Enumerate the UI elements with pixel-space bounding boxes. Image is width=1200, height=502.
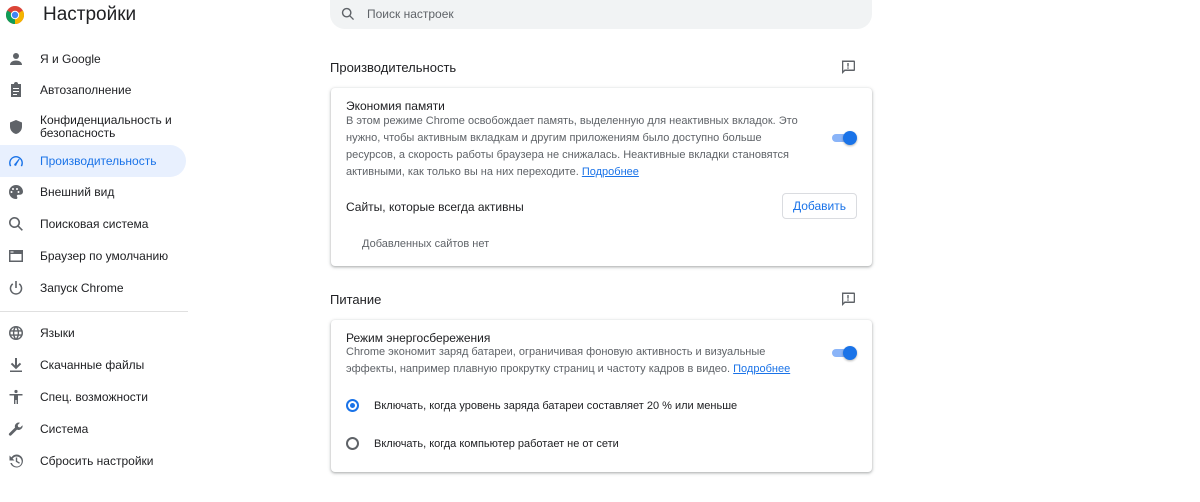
sidebar-item-languages[interactable]: Языки xyxy=(0,320,186,346)
section-title-power: Питание xyxy=(330,292,382,307)
sidebar-item-you-and-google[interactable]: Я и Google xyxy=(0,46,186,72)
sidebar-divider xyxy=(0,311,188,312)
toggle-knob xyxy=(843,346,857,360)
radio-label: Включать, когда уровень заряда батареи с… xyxy=(374,399,738,412)
person-icon xyxy=(8,51,24,67)
sidebar-item-label: Производительность xyxy=(40,153,157,168)
energy-saver-toggle[interactable] xyxy=(832,346,857,360)
accessibility-icon xyxy=(8,389,24,405)
download-icon xyxy=(8,357,24,373)
clipboard-icon xyxy=(8,82,24,98)
sidebar-item-label: Система xyxy=(40,421,89,436)
palette-icon xyxy=(8,184,24,200)
performance-card: Экономия памяти В этом режиме Chrome осв… xyxy=(331,88,872,266)
memory-saver-description: В этом режиме Chrome освобождает память,… xyxy=(346,113,806,181)
feedback-icon[interactable] xyxy=(840,59,856,75)
app-title: Настройки xyxy=(43,4,137,25)
search-input[interactable] xyxy=(367,5,847,23)
sidebar-item-label: Поисковая система xyxy=(40,216,149,231)
sidebar-item-label: Языки xyxy=(40,325,75,340)
power-icon xyxy=(8,280,24,296)
sidebar-item-label: Сбросить настройки xyxy=(40,453,154,468)
power-card: Режим энергосбережения Chrome экономит з… xyxy=(331,320,872,472)
sidebar-item-privacy[interactable]: Конфиденциальность и безопасность xyxy=(0,111,186,143)
search-icon xyxy=(341,7,355,21)
sidebar-item-accessibility[interactable]: Спец. возможности xyxy=(0,384,186,410)
chrome-logo-icon xyxy=(6,6,24,24)
memory-saver-toggle[interactable] xyxy=(832,131,857,145)
memory-saver-title: Экономия памяти xyxy=(346,99,445,113)
radio-checked-icon xyxy=(346,399,359,412)
sidebar-item-default-browser[interactable]: Браузер по умолчанию xyxy=(0,243,186,269)
memory-saver-description-text: В этом режиме Chrome освобождает память,… xyxy=(346,115,798,178)
sidebar-item-label: Я и Google xyxy=(40,51,101,66)
globe-icon xyxy=(8,325,24,341)
wrench-icon xyxy=(8,421,24,437)
sidebar-item-performance[interactable]: Производительность xyxy=(0,145,186,177)
sidebar-item-autofill[interactable]: Автозаполнение xyxy=(0,77,186,103)
sidebar-item-downloads[interactable]: Скачанные файлы xyxy=(0,352,186,378)
radio-label: Включать, когда компьютер работает не от… xyxy=(374,437,619,450)
sidebar-item-appearance[interactable]: Внешний вид xyxy=(0,179,186,205)
radio-battery-20-percent[interactable]: Включать, когда уровень заряда батареи с… xyxy=(346,399,737,412)
no-sites-text: Добавленных сайтов нет xyxy=(362,238,490,250)
radio-unchecked-icon xyxy=(346,437,359,450)
sidebar-item-on-startup[interactable]: Запуск Chrome xyxy=(0,275,186,301)
sidebar-item-reset[interactable]: Сбросить настройки xyxy=(0,448,186,474)
energy-saver-title: Режим энергосбережения xyxy=(346,331,491,345)
sidebar-item-label: Внешний вид xyxy=(40,184,115,199)
energy-saver-description: Chrome экономит заряд батареи, ограничив… xyxy=(346,344,806,378)
sidebar-item-label: Автозаполнение xyxy=(40,82,132,97)
toggle-knob xyxy=(843,131,857,145)
feedback-icon[interactable] xyxy=(840,291,856,307)
shield-icon xyxy=(8,119,24,135)
speedometer-icon xyxy=(8,153,24,169)
always-active-sites-label: Сайты, которые всегда активны xyxy=(346,200,524,214)
add-site-button[interactable]: Добавить xyxy=(782,193,857,219)
memory-saver-learn-more-link[interactable]: Подробнее xyxy=(582,166,639,178)
restore-icon xyxy=(8,453,24,469)
search-icon xyxy=(8,216,24,232)
sidebar-item-label: Конфиденциальность и безопасность xyxy=(40,113,172,140)
sidebar-item-system[interactable]: Система xyxy=(0,416,186,442)
browser-window-icon xyxy=(8,248,24,264)
sidebar-item-search-engine[interactable]: Поисковая система xyxy=(0,211,186,237)
sidebar-item-label: Спец. возможности xyxy=(40,389,148,404)
energy-saver-learn-more-link[interactable]: Подробнее xyxy=(733,363,790,375)
sidebar-item-label: Скачанные файлы xyxy=(40,357,145,372)
radio-unplugged[interactable]: Включать, когда компьютер работает не от… xyxy=(346,437,619,450)
energy-saver-description-text: Chrome экономит заряд батареи, ограничив… xyxy=(346,346,766,375)
sidebar-item-label: Браузер по умолчанию xyxy=(40,248,169,263)
sidebar-item-label: Запуск Chrome xyxy=(40,280,124,295)
search-bar[interactable] xyxy=(330,0,872,29)
section-title-performance: Производительность xyxy=(330,60,457,75)
